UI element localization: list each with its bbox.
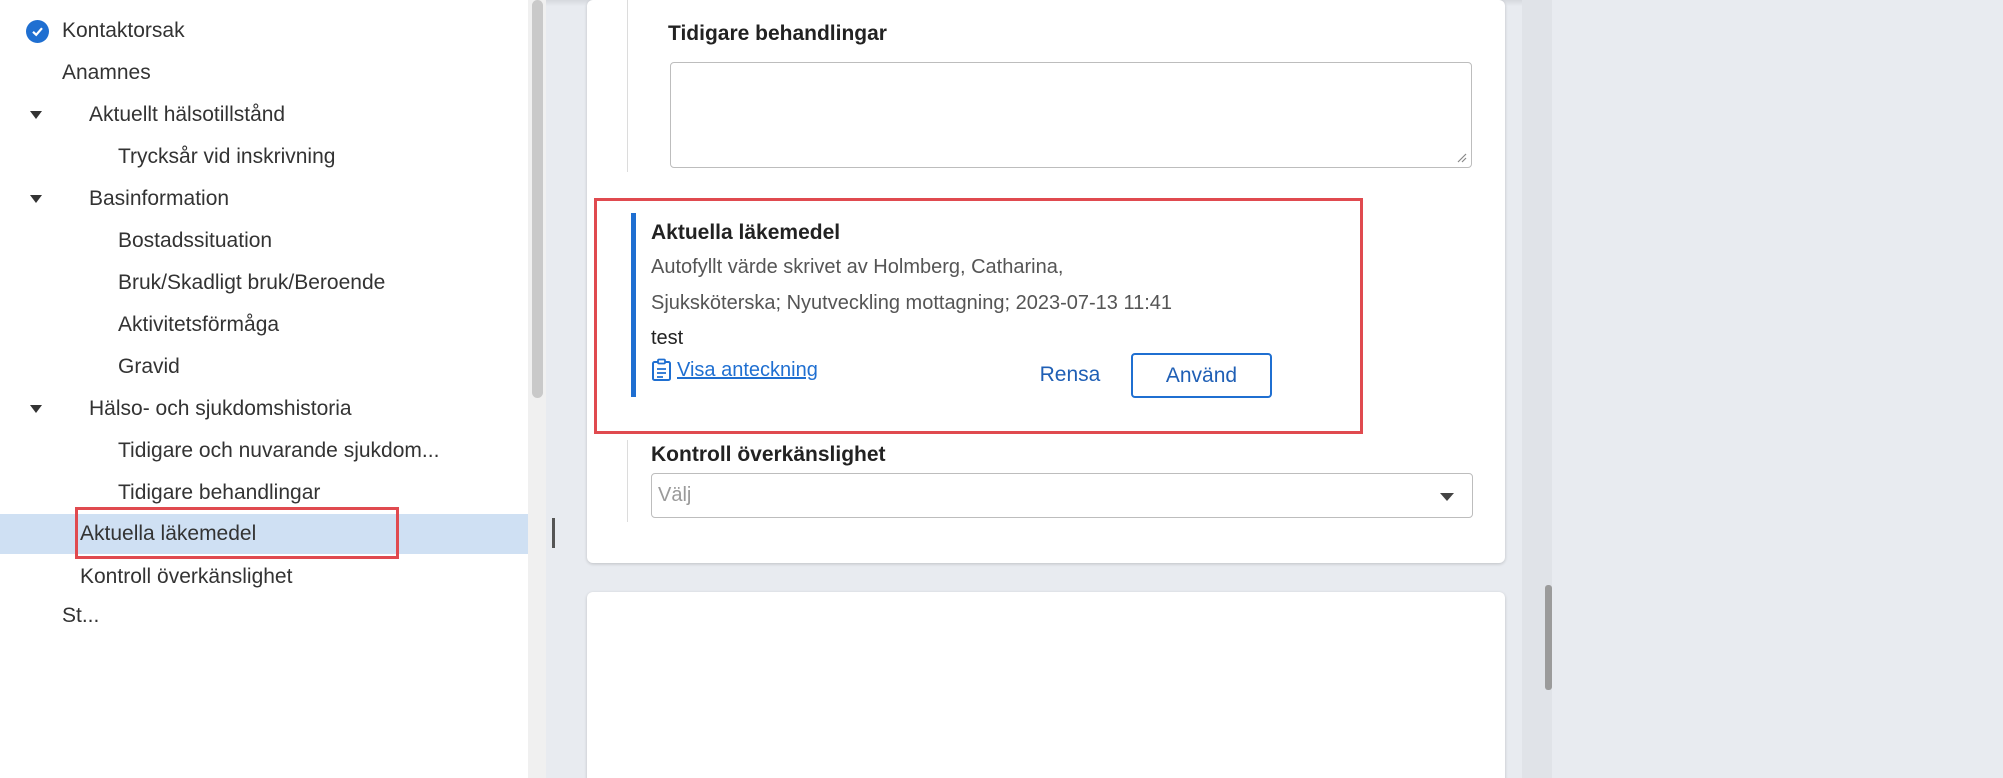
nav-item-label: Bruk/Skadligt bruk/Beroende	[118, 271, 386, 294]
nav-item-partial[interactable]: St...	[0, 596, 528, 636]
allergy-check-label: Kontroll överkänslighet	[651, 443, 886, 466]
nav-item-label: Kontroll överkänslighet	[80, 565, 293, 588]
clipboard-icon	[652, 358, 671, 381]
autofill-indicator-bar	[631, 213, 636, 397]
nav-item-label: Gravid	[118, 355, 180, 378]
nav-item-anamnes[interactable]: Anamnes	[0, 53, 528, 93]
nav-item-gravid[interactable]: Gravid	[0, 347, 528, 387]
autofill-info-line1: Autofyllt värde skrivet av Holmberg, Cat…	[651, 256, 1064, 278]
splitter-handle[interactable]	[552, 518, 555, 548]
nav-item-label: Kontaktorsak	[62, 19, 185, 42]
section-divider	[627, 440, 628, 522]
view-note-label[interactable]: Visa anteckning	[677, 359, 818, 382]
page-scrollbar-thumb[interactable]	[1545, 585, 1552, 690]
autofill-info-line2: Sjuksköterska; Nyutveckling mottagning; …	[651, 292, 1173, 314]
nav-item-aktuella-lakemedel[interactable]: Aktuella läkemedel	[0, 514, 528, 554]
nav-item-label: Tidigare behandlingar	[118, 481, 321, 504]
nav-item-kontaktorsak[interactable]: Kontaktorsak	[0, 11, 528, 51]
previous-treatments-textarea[interactable]	[670, 62, 1472, 168]
nav-item-label: Anamnes	[62, 61, 151, 84]
nav-item-aktuellt-halsotillstand[interactable]: Aktuellt hälsotillstånd	[0, 95, 528, 135]
nav-item-label: Trycksår vid inskrivning	[118, 145, 336, 168]
check-circle-icon	[26, 20, 49, 43]
section-divider	[627, 0, 628, 172]
nav-item-basinformation[interactable]: Basinformation	[0, 179, 528, 219]
nav-item-label: St...	[62, 604, 100, 627]
nav-item-label: Basinformation	[89, 187, 230, 210]
nav-item-tidigare-och-nuvarande[interactable]: Tidigare och nuvarande sjukdom...	[0, 431, 528, 471]
view-note-link[interactable]: Visa anteckning	[651, 358, 818, 382]
chevron-down-icon[interactable]	[1440, 493, 1454, 501]
nav-item-tidigare-behandlingar[interactable]: Tidigare behandlingar	[0, 473, 528, 513]
section-navigation: Kontaktorsak Anamnes Aktuellt hälsotills…	[0, 0, 528, 778]
nav-item-trycksar[interactable]: Trycksår vid inskrivning	[0, 137, 528, 177]
resize-handle-icon[interactable]	[1455, 151, 1467, 163]
nav-scrollbar-thumb[interactable]	[532, 0, 543, 398]
caret-down-icon[interactable]	[30, 111, 42, 119]
nav-item-bostadssituation[interactable]: Bostadssituation	[0, 221, 528, 261]
nav-item-label: Hälso- och sjukdomshistoria	[89, 397, 352, 420]
nav-item-aktivitetsformaga[interactable]: Aktivitetsförmåga	[0, 305, 528, 345]
nav-item-label: Tidigare och nuvarande sjukdom...	[118, 439, 440, 462]
nav-item-label: Aktivitetsförmåga	[118, 313, 280, 336]
current-medication-label: Aktuella läkemedel	[651, 221, 841, 244]
clear-button[interactable]: Rensa	[1020, 355, 1120, 395]
nav-item-halso-och-sjukdomshistoria[interactable]: Hälso- och sjukdomshistoria	[0, 389, 528, 429]
caret-down-icon[interactable]	[30, 195, 42, 203]
nav-item-label: Aktuellt hälsotillstånd	[89, 103, 286, 126]
nav-item-label: Bostadssituation	[118, 229, 273, 252]
select-value: Välj	[658, 484, 692, 506]
autofill-value: test	[651, 327, 684, 349]
previous-treatments-label: Tidigare behandlingar	[668, 22, 887, 45]
allergy-check-select[interactable]: Välj	[651, 473, 1473, 518]
caret-down-icon[interactable]	[30, 405, 42, 413]
nav-item-label: Aktuella läkemedel	[80, 522, 257, 545]
next-form-card	[587, 592, 1505, 778]
nav-item-kontroll-overkanslighet[interactable]: Kontroll överkänslighet	[0, 557, 528, 597]
nav-item-bruk[interactable]: Bruk/Skadligt bruk/Beroende	[0, 263, 528, 303]
apply-button[interactable]: Använd	[1131, 353, 1272, 398]
